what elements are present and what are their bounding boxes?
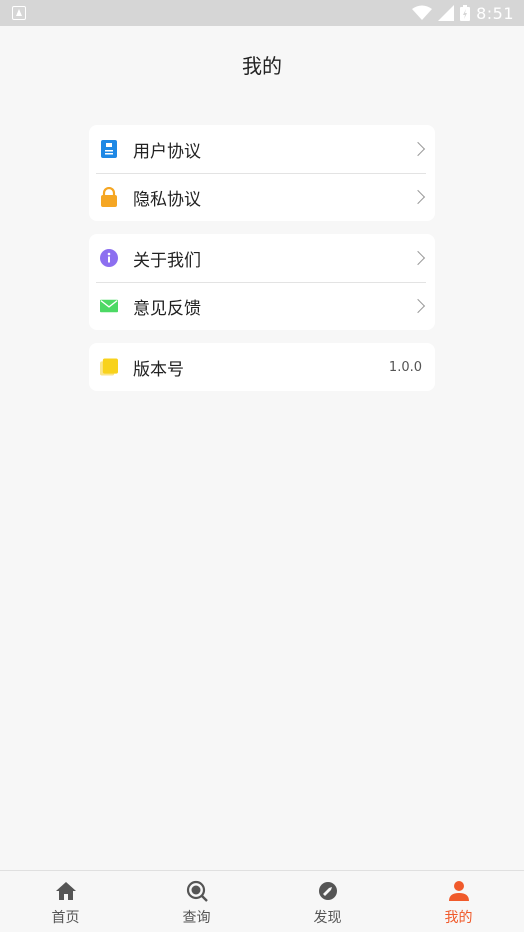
user-agreement-label: 用户协议 [133, 141, 201, 162]
notification-icon [12, 6, 26, 20]
tab-home[interactable]: 首页 [0, 871, 131, 932]
feedback-label: 意见反馈 [133, 298, 201, 319]
home-icon [54, 879, 78, 903]
version-row: 版本号 1.0.0 [89, 343, 435, 391]
page-title: 我的 [242, 54, 282, 78]
mail-icon [100, 297, 118, 315]
version-label: 版本号 [133, 359, 184, 380]
info-icon [100, 249, 118, 267]
tab-mine[interactable]: 我的 [393, 871, 524, 932]
document-icon [100, 140, 118, 158]
search-icon [185, 879, 209, 903]
tab-discover-label: 发现 [313, 910, 342, 926]
feedback-row[interactable]: 意见反馈 [89, 282, 435, 330]
chevron-right-icon [410, 141, 426, 157]
tab-search[interactable]: 查询 [131, 871, 262, 932]
stack-icon [100, 358, 118, 376]
person-icon [447, 879, 471, 903]
version-value: 1.0.0 [388, 359, 422, 375]
tab-search-label: 查询 [182, 910, 211, 926]
status-time: 8:51 [476, 3, 514, 23]
chevron-right-icon [410, 298, 426, 314]
lock-icon [100, 187, 118, 207]
privacy-agreement-row[interactable]: 隐私协议 [89, 173, 435, 221]
status-bar: 8:51 [0, 0, 524, 26]
agreements-card: 用户协议 隐私协议 [89, 125, 435, 221]
battery-icon [460, 5, 471, 21]
privacy-agreement-label: 隐私协议 [133, 189, 201, 210]
chevron-right-icon [410, 250, 426, 266]
tab-discover[interactable]: 发现 [262, 871, 393, 932]
discover-icon [316, 879, 340, 903]
about-card: 关于我们 意见反馈 [89, 234, 435, 330]
user-agreement-row[interactable]: 用户协议 [89, 125, 435, 173]
chevron-right-icon [410, 189, 426, 205]
signal-icon [438, 5, 455, 21]
status-indicators: 8:51 [412, 4, 514, 23]
about-us-row[interactable]: 关于我们 [89, 234, 435, 282]
bottom-nav: 首页 查询 发现 我的 [0, 870, 524, 932]
about-us-label: 关于我们 [133, 250, 201, 271]
tab-mine-label: 我的 [444, 910, 473, 926]
wifi-icon [412, 5, 433, 20]
tab-home-label: 首页 [51, 910, 80, 926]
version-card: 版本号 1.0.0 [89, 343, 435, 391]
